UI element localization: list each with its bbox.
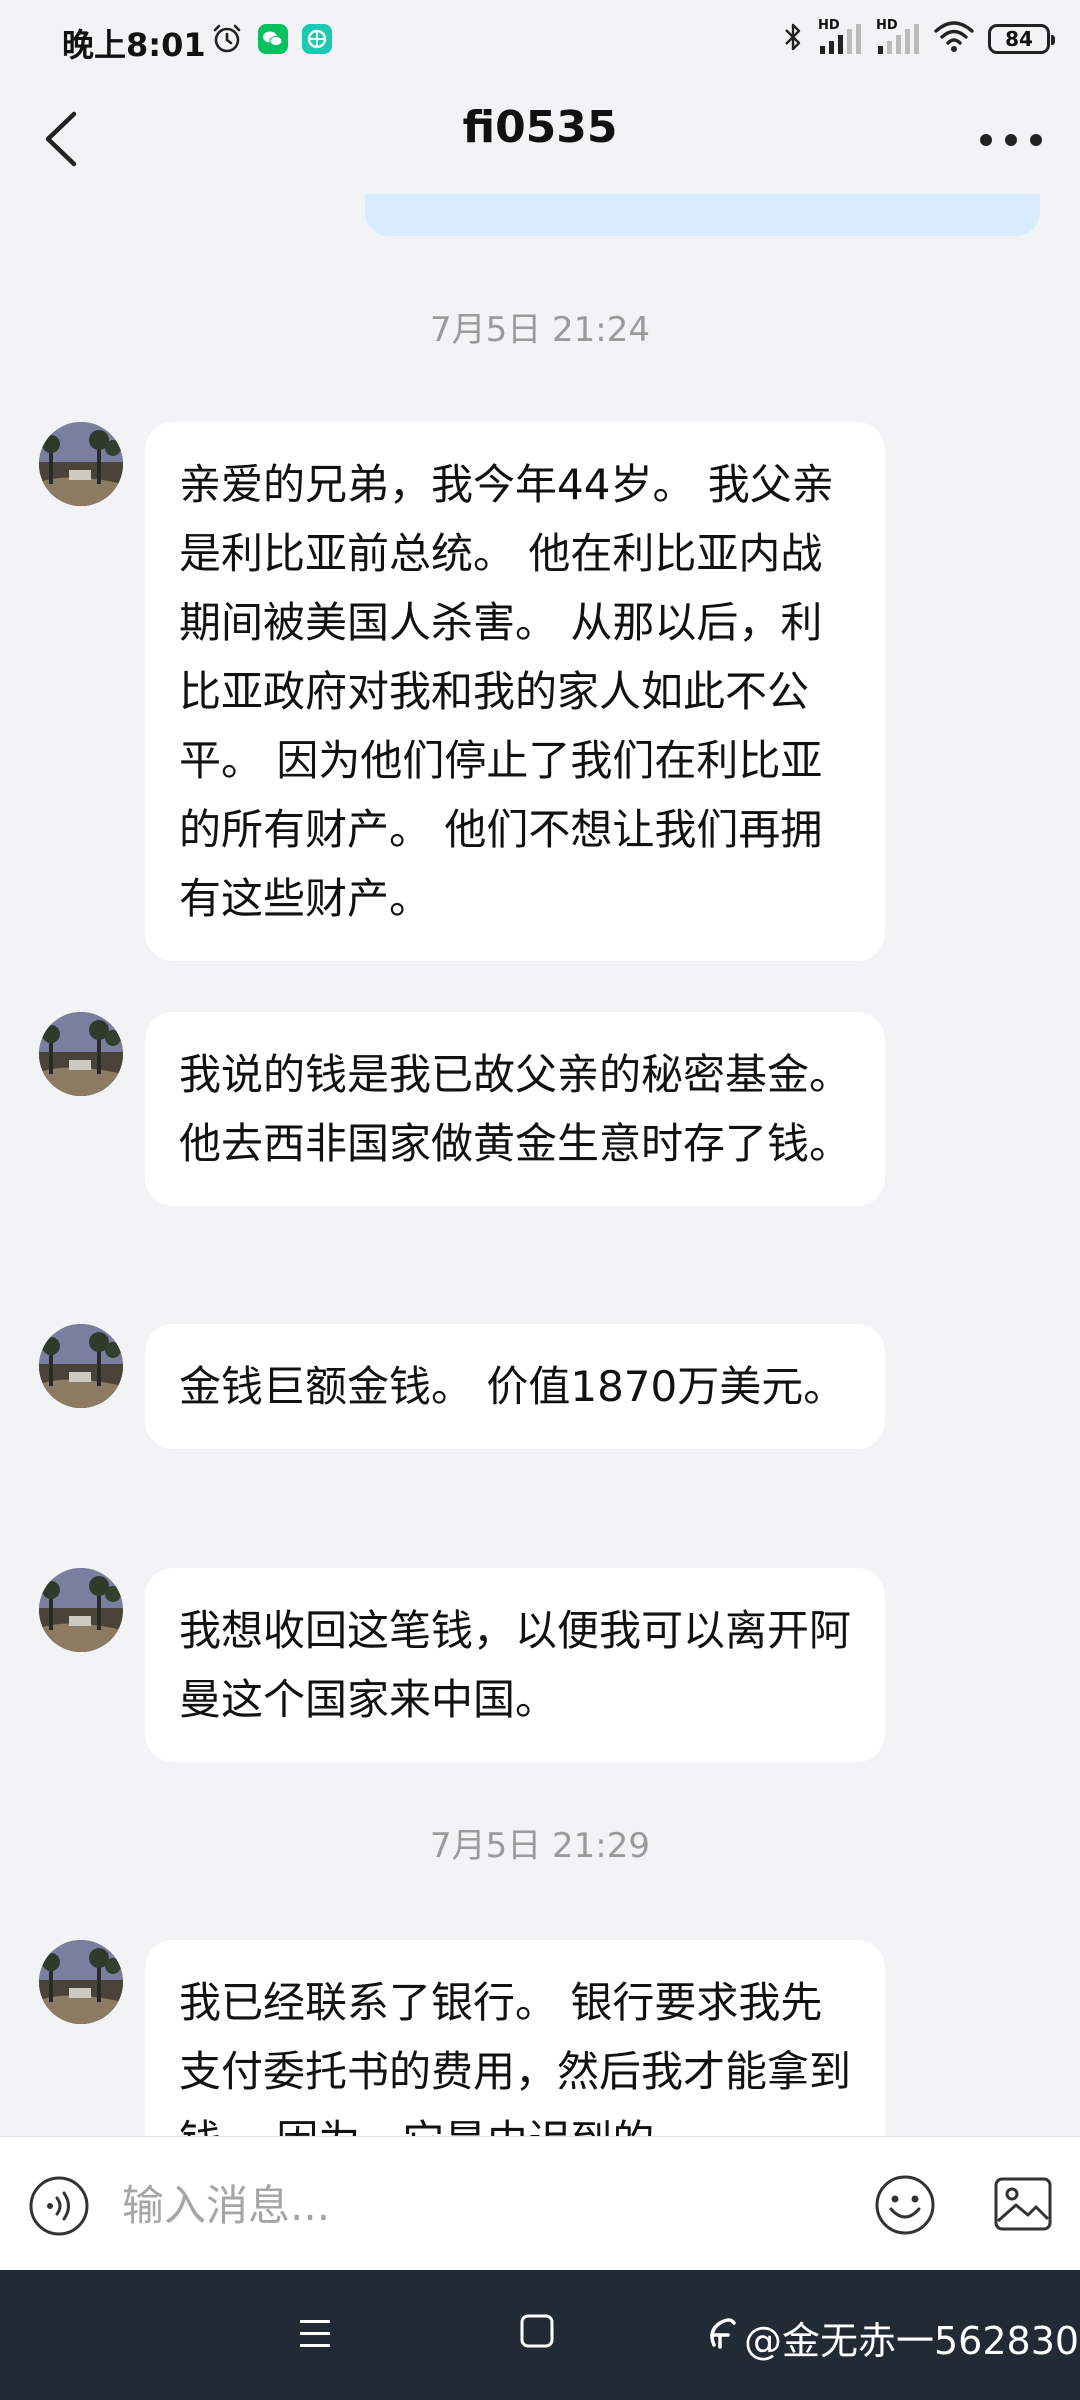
avatar[interactable] <box>39 1012 123 1096</box>
bluetooth-icon <box>782 20 804 58</box>
watermark-text: @金无赤一562830 <box>744 2319 1080 2363</box>
system-nav-bar: @金无赤一562830 <box>0 2270 1080 2400</box>
status-time: 晚上8:01 <box>62 26 206 64</box>
menu-icon <box>290 2320 340 2358</box>
avatar[interactable] <box>39 422 123 506</box>
signal-icon: HD <box>876 18 920 56</box>
image-button[interactable] <box>992 2173 1054 2235</box>
more-options-button[interactable] <box>976 112 1046 168</box>
emoji-icon <box>873 2175 937 2241</box>
image-icon <box>992 2177 1054 2239</box>
status-bar: 晚上8:01 HD HD 84 <box>0 0 1080 84</box>
voice-button[interactable] <box>28 2175 90 2237</box>
message-input[interactable] <box>120 2167 844 2243</box>
message-bubble[interactable]: 我说的钱是我已故父亲的秘密基金。 他去西非国家做黄金生意时存了钱。 <box>145 1012 885 1206</box>
chevron-left-icon <box>30 111 100 178</box>
message-input-bar <box>0 2136 1080 2271</box>
wechat-icon <box>258 24 288 58</box>
avatar[interactable] <box>39 1940 123 2024</box>
message-list[interactable]: 7月5日 21:24 亲爱的兄弟，我今年44岁。 我父亲是利比亚前总统。 他在利… <box>0 194 1080 2136</box>
message-bubble[interactable]: 我已经联系了银行。 银行要求我先支付委托书的费用，然后我才能拿到钱。 因为，它是… <box>145 1940 885 2136</box>
status-notification-icons <box>210 22 332 60</box>
chat-header: fi0535 <box>0 84 1080 194</box>
nav-home-button[interactable] <box>518 2312 556 2350</box>
message-timestamp: 7月5日 21:24 <box>429 310 651 350</box>
watermark: @金无赤一562830 <box>700 2310 1079 2365</box>
message-bubble[interactable]: 我想收回这笔钱，以便我可以离开阿曼这个国家来中国。 <box>145 1568 885 1762</box>
status-system-icons: HD HD 84 <box>782 18 1055 58</box>
message-bubble[interactable]: 亲爱的兄弟，我今年44岁。 我父亲是利比亚前总统。 他在利比亚内战期间被美国人杀… <box>145 422 885 961</box>
avatar[interactable] <box>39 1568 123 1652</box>
previous-sent-bubble <box>365 194 1040 236</box>
emoji-button[interactable] <box>873 2173 937 2237</box>
message-bubble[interactable]: 金钱巨额金钱。 价值1870万美元。 <box>145 1324 885 1449</box>
chat-title: fi0535 <box>462 102 618 153</box>
signal-icon: HD <box>818 18 862 56</box>
avatar[interactable] <box>39 1324 123 1408</box>
nav-menu-button[interactable] <box>290 2314 340 2354</box>
home-square-icon <box>518 2314 556 2354</box>
app-icon <box>302 24 332 58</box>
wifi-icon <box>934 21 974 57</box>
battery-indicator: 84 <box>988 24 1055 54</box>
alarm-icon <box>210 22 244 60</box>
platform-logo-icon <box>700 2313 740 2362</box>
message-timestamp: 7月5日 21:29 <box>429 1826 651 1866</box>
voice-icon <box>28 2176 90 2241</box>
more-dots-icon <box>976 134 1046 172</box>
